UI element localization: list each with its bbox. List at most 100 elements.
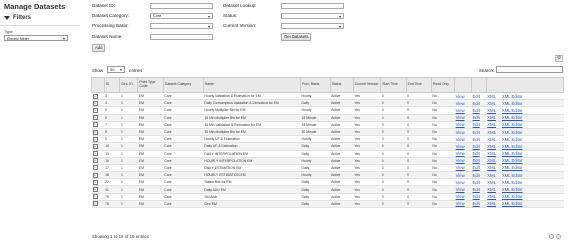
column-header[interactable]: Start Time (380, 77, 407, 93)
edit-link[interactable]: Edit (471, 128, 487, 137)
column-header[interactable]: Point Type Code (137, 77, 164, 93)
edit-link[interactable]: Edit (471, 114, 487, 122)
edit-link[interactable]: Edit (471, 135, 487, 144)
column-header[interactable]: Name (202, 77, 302, 93)
column-header[interactable]: Dec. ID (119, 77, 139, 93)
xml-editor-link[interactable]: XML Editor (502, 101, 523, 106)
xml-editor-link[interactable]: XML Editor (502, 115, 523, 120)
column-header[interactable]: End Time (405, 77, 432, 93)
expand-icon[interactable]: + (92, 158, 98, 164)
type-select[interactable]: Electric Meter (4, 35, 68, 41)
xml-link[interactable]: XML (487, 194, 496, 199)
filters-toggle[interactable]: Filters (4, 15, 31, 21)
previous-page-button[interactable] (549, 234, 554, 239)
next-page-button[interactable] (556, 234, 561, 239)
expand-cell[interactable]: + (91, 171, 105, 180)
xml-links-cell[interactable]: XML XML Editor (486, 200, 564, 209)
expand-cell[interactable]: + (91, 135, 105, 144)
gear-icon[interactable]: ⚙ (555, 55, 563, 62)
xml-editor-link[interactable]: XML Editor (502, 165, 523, 170)
expand-cell[interactable]: + (91, 178, 105, 187)
expand-cell[interactable]: + (91, 150, 105, 158)
edit-link[interactable]: Edit (471, 171, 487, 180)
xml-link[interactable]: XML (487, 158, 496, 163)
column-header[interactable]: Read Only (430, 77, 456, 93)
expand-icon[interactable]: + (92, 122, 98, 128)
processing-basis-select[interactable] (150, 23, 213, 29)
dataset-name-input[interactable] (150, 34, 213, 40)
view-link[interactable]: View (454, 92, 472, 101)
xml-link[interactable]: XML (487, 180, 496, 185)
expand-icon[interactable]: + (92, 143, 98, 149)
expand-icon[interactable]: + (92, 136, 98, 142)
expand-cell[interactable]: + (91, 193, 105, 201)
view-link[interactable]: View (454, 193, 472, 201)
expand-cell[interactable]: + (91, 128, 105, 137)
xml-link[interactable]: XML (487, 173, 496, 178)
expand-icon[interactable]: + (92, 100, 98, 106)
expand-icon[interactable]: + (92, 115, 98, 121)
view-link[interactable]: View (454, 121, 472, 129)
get-datasets-button[interactable]: Get Datasets (281, 33, 312, 41)
expand-icon[interactable]: + (92, 172, 98, 178)
edit-link[interactable]: Edit (471, 178, 487, 187)
xml-editor-link[interactable]: XML Editor (502, 144, 523, 149)
view-link[interactable]: View (454, 171, 472, 180)
edit-link[interactable]: Edit (471, 121, 487, 129)
edit-link[interactable]: Edit (471, 150, 487, 158)
xml-links-cell[interactable]: XML XML Editor (486, 121, 564, 129)
xml-editor-link[interactable]: XML Editor (502, 94, 523, 99)
view-link[interactable]: View (454, 135, 472, 144)
xml-editor-link[interactable]: XML Editor (502, 108, 523, 113)
expand-cell[interactable]: + (91, 92, 105, 101)
expand-cell[interactable]: + (91, 164, 105, 173)
xml-links-cell[interactable]: XML XML Editor (486, 157, 564, 165)
view-link[interactable]: View (454, 128, 472, 137)
expand-cell[interactable]: + (91, 114, 105, 122)
xml-link[interactable]: XML (487, 144, 496, 149)
xml-link[interactable]: XML (487, 201, 496, 206)
expand-icon[interactable]: + (92, 151, 98, 157)
xml-editor-link[interactable]: XML Editor (502, 130, 523, 135)
xml-links-cell[interactable]: XML XML Editor (486, 193, 564, 201)
column-header[interactable]: ID (103, 77, 121, 93)
xml-links-cell[interactable]: XML XML Editor (486, 106, 564, 115)
dataset-lookup-input[interactable] (281, 3, 344, 9)
xml-editor-link[interactable]: XML Editor (502, 158, 523, 163)
expand-icon[interactable]: + (92, 129, 98, 135)
xml-links-cell[interactable]: XML XML Editor (486, 92, 564, 101)
expand-icon[interactable]: + (92, 187, 98, 193)
expand-cell[interactable]: + (91, 99, 105, 108)
xml-links-cell[interactable]: XML XML Editor (486, 142, 564, 151)
xml-link[interactable]: XML (487, 151, 496, 156)
xml-link[interactable]: XML (487, 101, 496, 106)
view-link[interactable]: View (454, 164, 472, 173)
xml-links-cell[interactable]: XML XML Editor (486, 164, 564, 173)
view-link[interactable]: View (454, 200, 472, 209)
view-link[interactable]: View (454, 178, 472, 187)
expand-cell[interactable]: + (91, 142, 105, 151)
expand-icon[interactable]: + (92, 165, 98, 171)
expand-icon[interactable]: + (92, 194, 98, 200)
xml-editor-link[interactable]: XML Editor (502, 201, 523, 206)
view-link[interactable]: View (454, 185, 472, 194)
expand-icon[interactable]: + (92, 179, 98, 185)
xml-link[interactable]: XML (487, 115, 496, 120)
column-header[interactable]: Dataset Category (162, 77, 204, 93)
add-button[interactable]: Add (92, 44, 106, 52)
xml-links-cell[interactable]: XML XML Editor (486, 99, 564, 108)
page-length-select[interactable]: 50 (107, 66, 125, 73)
column-header[interactable]: Current Version (352, 77, 382, 93)
view-link[interactable]: View (454, 99, 472, 108)
xml-link[interactable]: XML (487, 130, 496, 135)
current-version-select[interactable] (281, 23, 344, 29)
edit-link[interactable]: Edit (471, 142, 487, 151)
xml-editor-link[interactable]: XML Editor (502, 122, 523, 127)
edit-link[interactable]: Edit (471, 164, 487, 173)
edit-link[interactable]: Edit (471, 200, 487, 209)
edit-link[interactable]: Edit (471, 157, 487, 165)
view-link[interactable]: View (454, 142, 472, 151)
xml-link[interactable]: XML (487, 165, 496, 170)
xml-links-cell[interactable]: XML XML Editor (486, 150, 564, 158)
expand-cell[interactable]: + (91, 157, 105, 165)
